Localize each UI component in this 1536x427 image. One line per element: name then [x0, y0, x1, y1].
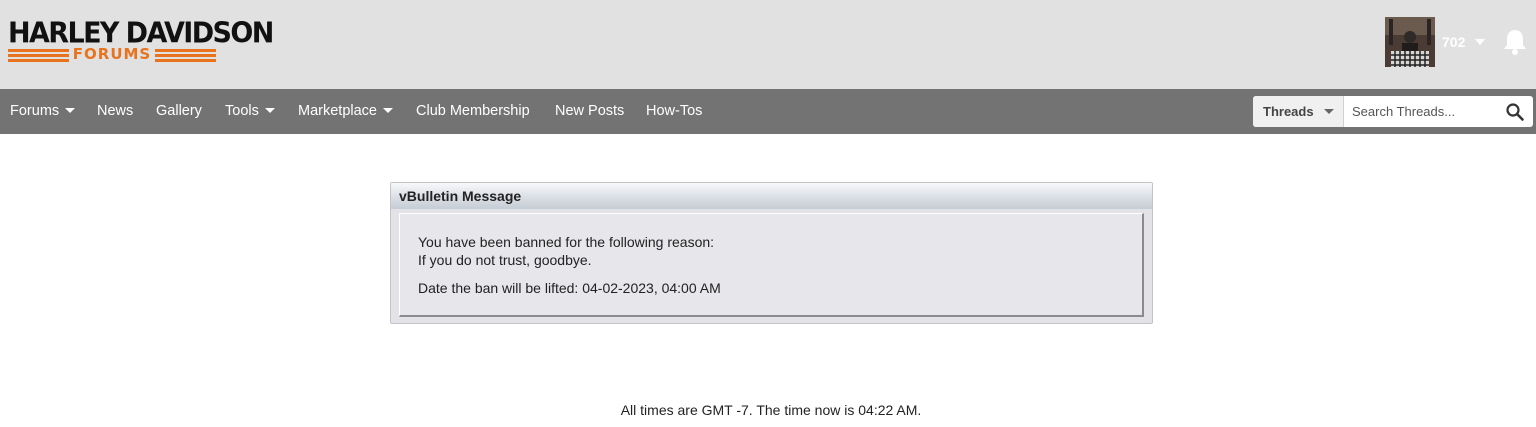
chevron-down-icon — [264, 107, 275, 113]
search-scope-label: Threads — [1263, 104, 1314, 119]
ban-reason-label: You have been banned for the following r… — [418, 234, 715, 250]
logo-subtitle-bar: FORUMS — [8, 45, 216, 63]
site-header: HARLEY DAVIDSON FORUMS 702 — [0, 0, 1536, 89]
message-title: vBulletin Message — [391, 183, 1152, 209]
nav-tools[interactable]: Tools — [225, 89, 275, 134]
nav-how-tos[interactable]: How-Tos — [646, 89, 702, 134]
user-menu-caret-icon[interactable] — [1475, 39, 1485, 45]
search-scope-select[interactable]: Threads — [1253, 96, 1344, 127]
search-bar: Threads — [1253, 96, 1533, 127]
search-icon[interactable] — [1505, 102, 1525, 122]
nav-marketplace[interactable]: Marketplace — [298, 89, 393, 134]
chevron-down-icon — [1324, 109, 1334, 114]
nav-forums[interactable]: Forums — [10, 89, 76, 134]
ban-lift-date: Date the ban will be lifted: 04-02-2023,… — [418, 280, 721, 296]
search-input[interactable] — [1346, 98, 1498, 125]
site-logo[interactable]: HARLEY DAVIDSON FORUMS — [8, 19, 274, 66]
chevron-down-icon — [65, 107, 76, 113]
footer-time: All times are GMT -7. The time now is 04… — [620, 402, 922, 418]
message-panel: vBulletin Message You have been banned f… — [390, 182, 1153, 324]
nav-new-posts[interactable]: New Posts — [555, 89, 624, 134]
logo-subtitle: FORUMS — [68, 45, 156, 63]
chevron-down-icon — [382, 107, 393, 113]
nav-club-membership[interactable]: Club Membership — [416, 89, 530, 134]
avatar[interactable] — [1385, 17, 1435, 67]
nav-gallery[interactable]: Gallery — [156, 89, 202, 134]
ban-reason-text: If you do not trust, goodbye. — [418, 252, 592, 268]
nav-news[interactable]: News — [97, 89, 133, 134]
user-count[interactable]: 702 — [1442, 34, 1465, 50]
bell-icon[interactable] — [1502, 28, 1528, 56]
message-body: You have been banned for the following r… — [399, 213, 1144, 317]
